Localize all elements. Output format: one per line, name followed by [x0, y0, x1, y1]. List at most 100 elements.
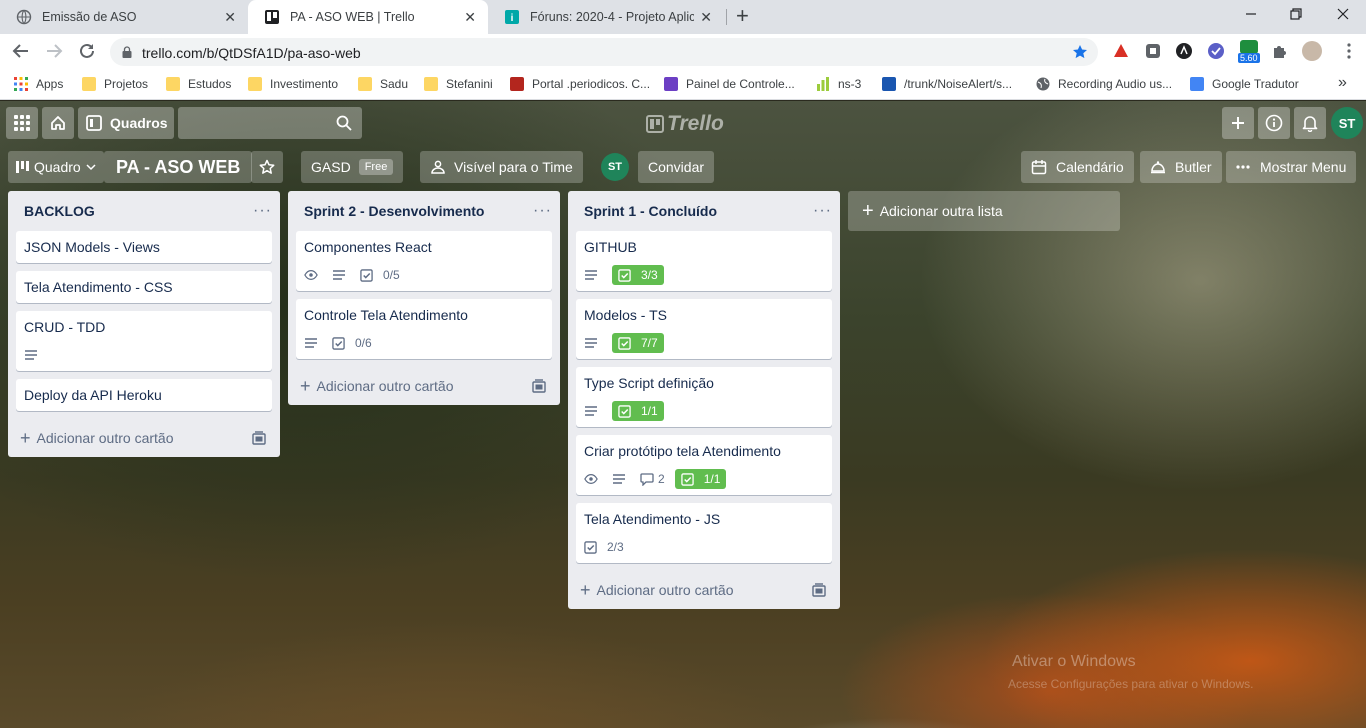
- butler-icon: [1151, 161, 1165, 174]
- profile-avatar-icon[interactable]: [1302, 41, 1322, 61]
- list-menu-icon[interactable]: ···: [533, 202, 552, 220]
- list-title[interactable]: Sprint 1 - Concluído: [584, 203, 717, 219]
- invite-button[interactable]: Convidar: [638, 151, 715, 183]
- create-button[interactable]: [1222, 107, 1254, 139]
- apps-switcher-button[interactable]: [6, 107, 38, 139]
- bookmark-label: Investimento: [270, 77, 339, 91]
- card[interactable]: GITHUB 3/3: [576, 231, 832, 291]
- tab-title: Fóruns: 2020-4 - Projeto Aplicado: [530, 10, 695, 24]
- board-title[interactable]: PA - ASO WEB: [104, 151, 253, 183]
- extension-purple-check-icon[interactable]: [1207, 42, 1225, 60]
- visibility-button[interactable]: Visível para o Time: [420, 151, 583, 183]
- card[interactable]: Componentes React 0/5: [296, 231, 552, 291]
- restore-icon[interactable]: [1290, 8, 1302, 20]
- close-tab-icon[interactable]: ✕: [464, 9, 476, 26]
- show-menu-button[interactable]: Mostrar Menu: [1226, 151, 1357, 183]
- logo-text: Trello: [667, 112, 724, 135]
- boards-button[interactable]: Quadros: [78, 107, 174, 139]
- card-title: Tela Atendimento - JS: [584, 511, 721, 527]
- card[interactable]: Controle Tela Atendimento 0/6: [296, 299, 552, 359]
- address-bar[interactable]: trello.com/b/QtDSfA1D/pa-aso-web: [110, 38, 1098, 66]
- plus-icon: +: [862, 199, 874, 222]
- bookmark-painel-controle[interactable]: Painel de Controle...: [664, 77, 795, 91]
- board-view-switcher[interactable]: Quadro: [8, 151, 104, 183]
- globe-icon: [1036, 77, 1050, 91]
- list-title[interactable]: BACKLOG: [24, 203, 95, 219]
- bookmark-projetos[interactable]: Projetos: [82, 77, 148, 91]
- star-board-button[interactable]: [251, 151, 283, 183]
- card[interactable]: Type Script definição 1/1: [576, 367, 832, 427]
- template-card-icon[interactable]: [532, 379, 546, 393]
- more-bookmarks-button[interactable]: »: [1338, 74, 1347, 92]
- add-card-button[interactable]: + Adicionar outro cartão: [8, 419, 280, 457]
- card[interactable]: Modelos - TS 7/7: [576, 299, 832, 359]
- forward-arrow-icon[interactable]: [45, 42, 63, 60]
- description-icon: [612, 473, 630, 485]
- close-tab-icon[interactable]: ✕: [224, 9, 236, 26]
- extension-dark-circle-icon[interactable]: [1175, 42, 1193, 60]
- bookmark-label: Sadu: [380, 77, 409, 91]
- window-close-icon[interactable]: [1337, 8, 1349, 20]
- butler-button[interactable]: Butler: [1140, 151, 1222, 183]
- bookmark-portal-periodicos[interactable]: Portal .periodicos. C...: [510, 77, 650, 91]
- new-tab-button[interactable]: +: [736, 5, 749, 27]
- reload-icon[interactable]: [78, 42, 96, 60]
- card[interactable]: Criar protótipo tela Atendimento 2 1/1: [576, 435, 832, 495]
- tab-foruns[interactable]: i Fóruns: 2020-4 - Projeto Aplicado ✕: [488, 0, 724, 34]
- add-card-button[interactable]: + Adicionar outro cartão: [288, 367, 560, 405]
- add-list-button[interactable]: + Adicionar outra lista: [848, 191, 1120, 231]
- board-member-avatar[interactable]: ST: [601, 153, 629, 181]
- notifications-button[interactable]: [1294, 107, 1326, 139]
- bookmark-investimento[interactable]: Investimento: [248, 77, 338, 91]
- tab-emissao-aso[interactable]: Emissão de ASO ✕: [0, 0, 248, 34]
- trello-logo[interactable]: Trello: [646, 112, 724, 136]
- bell-icon: [1302, 116, 1318, 132]
- card-badges: 7/7: [584, 331, 824, 355]
- bookmark-estudos[interactable]: Estudos: [166, 77, 231, 91]
- back-arrow-icon[interactable]: [12, 42, 30, 60]
- card[interactable]: Tela Atendimento - CSS: [16, 271, 272, 303]
- list-menu-icon[interactable]: ···: [253, 202, 272, 220]
- card[interactable]: Deploy da API Heroku: [16, 379, 272, 411]
- card-title: Modelos - TS: [584, 307, 667, 323]
- card[interactable]: CRUD - TDD: [16, 311, 272, 371]
- bookmark-stefanini[interactable]: Stefanini: [424, 77, 493, 91]
- trello-favicon-icon: [265, 10, 279, 24]
- bookmark-trunk-noisealert[interactable]: /trunk/NoiseAlert/s...: [882, 77, 1012, 91]
- calendar-button[interactable]: Calendário: [1021, 151, 1134, 183]
- add-card-button[interactable]: + Adicionar outro cartão: [568, 571, 840, 609]
- team-button[interactable]: GASD Free: [301, 151, 404, 183]
- kebab-menu-icon[interactable]: [1340, 42, 1358, 60]
- tab-trello[interactable]: PA - ASO WEB | Trello ✕: [248, 0, 488, 34]
- extension-gray-square-icon[interactable]: [1144, 42, 1162, 60]
- bookmark-ns3[interactable]: ns-3: [816, 77, 861, 91]
- extension-red-triangle-icon[interactable]: [1112, 42, 1130, 60]
- bookmark-sadu[interactable]: Sadu: [358, 77, 408, 91]
- list-menu-icon[interactable]: ···: [813, 202, 832, 220]
- extension-green-icon[interactable]: 5.60: [1238, 40, 1260, 64]
- list-title[interactable]: Sprint 2 - Desenvolvimento: [304, 203, 484, 219]
- member-avatar[interactable]: ST: [1331, 107, 1363, 139]
- bookmark-recording-audio[interactable]: Recording Audio us...: [1036, 77, 1172, 91]
- template-card-icon[interactable]: [252, 431, 266, 445]
- plan-badge: Free: [358, 159, 394, 175]
- card-title: Tela Atendimento - CSS: [24, 279, 173, 295]
- checklist-icon: [618, 404, 635, 418]
- bookmark-label: ns-3: [838, 77, 862, 91]
- template-card-icon[interactable]: [812, 583, 826, 597]
- info-button[interactable]: [1258, 107, 1290, 139]
- close-tab-icon[interactable]: ✕: [700, 9, 712, 26]
- puzzle-extensions-icon[interactable]: [1271, 42, 1289, 60]
- bookmark-apps[interactable]: Apps: [14, 77, 63, 91]
- checklist-count: 0/6: [355, 336, 372, 350]
- search-input[interactable]: [178, 107, 362, 139]
- portal-icon: [510, 77, 524, 91]
- bookmark-google-tradutor[interactable]: Google Tradutor: [1190, 77, 1299, 91]
- bookmark-star-icon[interactable]: [1072, 44, 1088, 60]
- minimize-icon[interactable]: [1245, 8, 1257, 20]
- svg-text:i: i: [511, 13, 514, 24]
- watch-eye-icon: [304, 268, 322, 282]
- home-button[interactable]: [42, 107, 74, 139]
- card[interactable]: Tela Atendimento - JS 2/3: [576, 503, 832, 563]
- card[interactable]: JSON Models - Views: [16, 231, 272, 263]
